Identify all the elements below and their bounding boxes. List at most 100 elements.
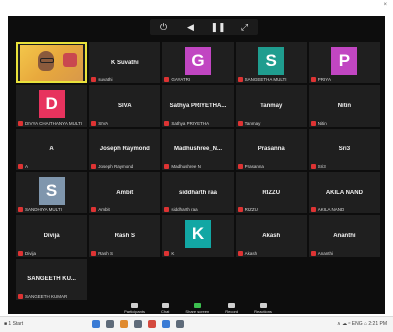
participant-name: RIZZU [262,189,281,196]
participant-tile[interactable]: RIZZU RIZZU [235,171,307,214]
participant-label: suvathi [91,77,158,83]
avatar: S [258,46,285,75]
participant-tile[interactable]: siddharth raa siddharth raa [162,171,234,214]
mic-muted-icon [91,207,97,213]
app-icon[interactable] [106,320,114,328]
app-icon[interactable] [92,320,100,328]
app-icon[interactable] [134,320,142,328]
taskbar-apps [92,320,184,328]
mic-muted-icon [237,163,243,169]
participant-label: Prasanna [237,163,305,169]
app-icon[interactable] [148,320,156,328]
avatar: K [184,219,211,248]
participant-tile[interactable] [16,42,88,84]
participant-tile[interactable]: K Suvathi suvathi [89,42,161,84]
avatar: S [38,176,65,205]
participant-tile[interactable]: S SANDHIYA MULTI [16,171,88,214]
meeting-toolbar: Participants Chat Share screen Record Reacti… [16,302,380,314]
participant-tile[interactable]: P PRIYA [308,42,380,84]
share-screen-icon [193,302,201,308]
participant-tile[interactable]: Nitin Nitin [308,85,380,127]
participant-label-text: Divija [25,250,37,256]
participant-tile[interactable]: Sathya PRIYETHA... Sathya PRIYETHA [162,85,234,127]
participants-icon [131,302,139,308]
mic-muted-icon [237,250,243,256]
system-tray: ∧ ☁ ᵒ ENG ⌂ 2:21 PM [337,321,387,327]
mic-muted-icon [237,207,243,213]
participant-tile[interactable]: Rash S Rash S [89,215,161,257]
participant-label: K [164,250,231,256]
participant-video [20,45,84,82]
participant-label: Joseph Raymond [91,163,158,169]
participant-name: Sri3 [338,146,351,153]
participant-tile[interactable]: Divija Divija [16,215,88,257]
screen-share-controls: ⏻ ◀ ❚❚ ⤢ [150,19,258,35]
record-button[interactable]: Record [225,302,239,314]
participant-tile[interactable]: Madhushree_N... Madhushree N [162,128,234,170]
participant-label-text: Rash S [98,250,113,256]
participant-tile[interactable]: SANGEETH KU... SANGEETH KUMAR [16,258,88,300]
mic-muted-icon [91,77,97,83]
mic-muted-icon [164,163,170,169]
participant-label-text: SANDHIYA MULTI [25,207,62,213]
participant-label-text: Madhushree N [171,163,201,169]
mic-muted-icon [310,163,316,169]
toolbar-button-label: Participants [124,308,145,314]
taskbar: ■ 1 Start ∧ ☁ ᵒ ENG ⌂ 2:21 PM [0,316,393,332]
participant-label: SIVA [91,120,158,126]
mic-muted-icon [237,120,243,126]
volume-icon[interactable]: ◀ [184,21,198,33]
participant-name: A [49,146,54,153]
participant-label: RIZZU [237,207,305,213]
reactions-button[interactable]: Reactions [254,302,272,314]
participants-button[interactable]: Participants [124,302,145,314]
mic-muted-icon [310,120,316,126]
participant-tile[interactable]: KK [162,215,234,257]
participant-tile[interactable]: D DIVYA CHAITHANYA MULTI [16,85,88,127]
pause-icon[interactable]: ❚❚ [211,21,226,33]
participant-label-text: K [171,250,175,256]
toolbar-button-label: Record [225,308,239,314]
participant-tile[interactable]: Prasanna Prasanna [235,128,307,170]
toolbar-button-label: Chat [160,308,170,314]
zoom-meeting-window: ⏻ ◀ ❚❚ ⤢ K Suvathi suvathi G GAYATRI S SANGEE… [8,16,385,314]
participant-label-text: Akash [244,250,258,256]
window-close-icon[interactable]: × [383,2,387,8]
participant-name: Tanmay [260,102,283,109]
stop-icon[interactable]: ⏻ [157,21,171,33]
app-icon[interactable] [162,320,170,328]
participant-tile[interactable]: Sri3 Sri3 [308,128,380,170]
participant-name: Nitin [337,102,352,109]
app-icon[interactable] [120,320,128,328]
participant-tile[interactable]: G GAYATRI [162,42,234,84]
participant-name: Ambit [116,189,134,196]
participant-label: Ananthi [310,250,378,256]
participant-tile[interactable]: Joseph Raymond Joseph Raymond [89,128,161,170]
participant-tile[interactable]: SIVA SIVA [89,85,161,127]
start-button[interactable]: ■ 1 Start [4,321,23,327]
share-screen-button[interactable]: Share screen [185,302,209,314]
mic-muted-icon [18,163,23,169]
participant-name: SIVA [118,102,132,109]
chat-button[interactable]: Chat [160,302,170,314]
participant-label-text: Sathya PRIYETHA [171,120,210,126]
participant-tile[interactable]: Akash Akash [235,215,307,257]
participant-label-text: Prasanna [244,163,264,169]
participant-tile[interactable]: Ambit Ambit [89,171,161,214]
mic-muted-icon [310,207,316,213]
participant-grid: K Suvathi suvathi G GAYATRI S SANGEETHA MULTI… [16,42,380,300]
participant-label: SANGEETHA MULTI [237,77,305,83]
record-icon [228,302,236,308]
participant-name: K Suvathi [110,59,139,66]
participant-tile[interactable]: Tanmay Tanmay [235,85,307,127]
participant-label-text: Nitin [317,120,327,126]
participant-label-text: RIZZU [244,207,258,213]
app-icon[interactable] [176,320,184,328]
participant-tile[interactable]: AA [16,128,88,170]
participant-tile[interactable]: Ananthi Ananthi [308,215,380,257]
participant-tile[interactable]: S SANGEETHA MULTI [235,42,307,84]
expand-icon[interactable]: ⤢ [238,21,252,33]
participant-name: siddharth raa [178,189,217,196]
participant-label: siddharth raa [164,207,231,213]
participant-tile[interactable]: AKILA NAND AKILA NAND [308,171,380,214]
